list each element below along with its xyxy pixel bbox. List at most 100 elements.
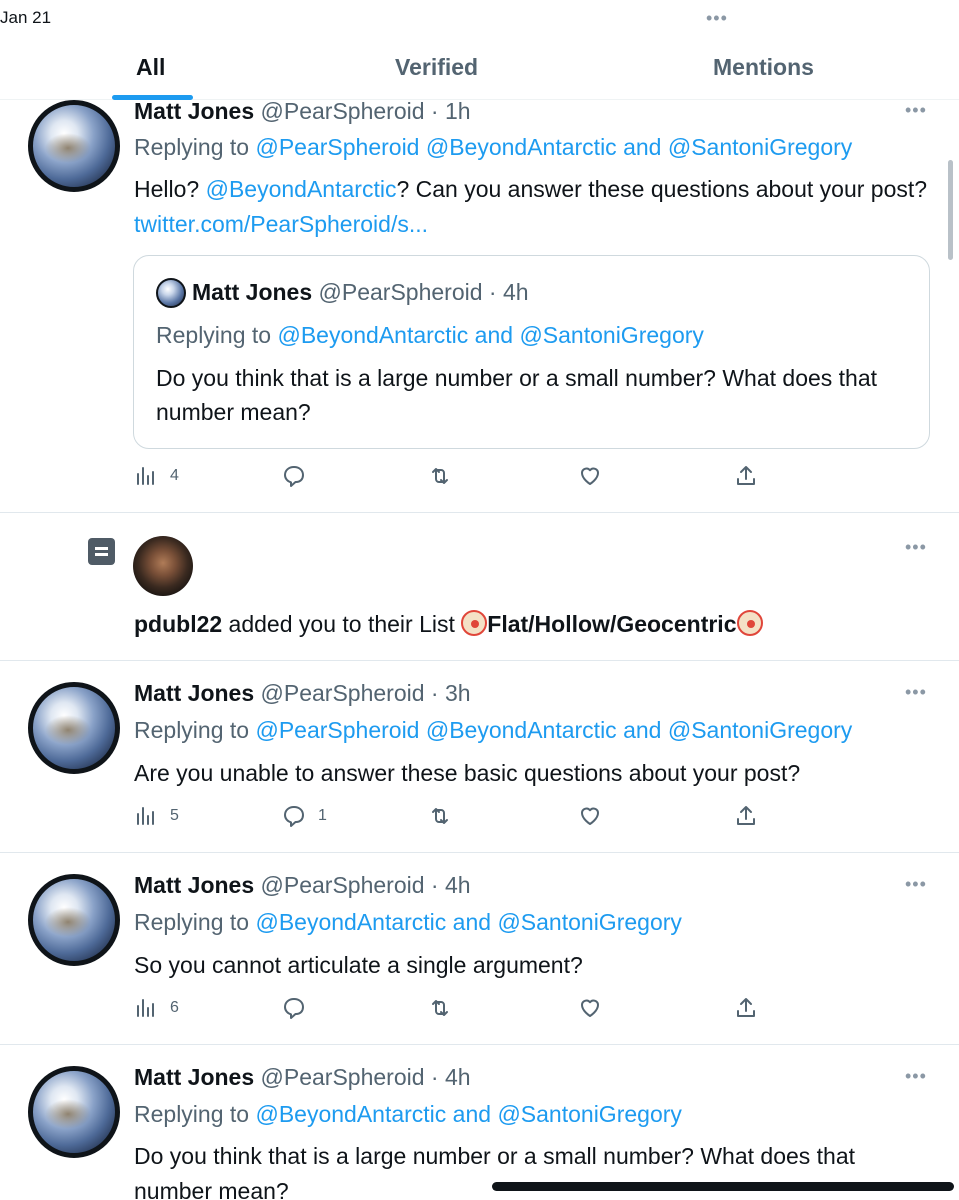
more-options-icon[interactable]: ••• (905, 874, 927, 895)
author-name[interactable]: Matt Jones (134, 1064, 254, 1090)
notification-tweet[interactable]: ••• Matt Jones @PearSpheroid · 4h Replyi… (0, 853, 959, 1045)
share-button[interactable] (734, 804, 758, 828)
reply-button[interactable] (282, 996, 318, 1020)
retweet-icon (432, 808, 448, 824)
quote-time: · 4h (488, 279, 529, 305)
author-name[interactable]: Matt Jones (134, 872, 254, 898)
avatar[interactable] (28, 874, 120, 966)
reply-button[interactable]: 1 (282, 804, 327, 828)
replying-to-users[interactable]: @PearSpheroid @BeyondAntarctic and @Sant… (255, 717, 852, 743)
tweet-header: Matt Jones @PearSpheroid · 4h (134, 872, 471, 899)
notification-tweet[interactable]: ••• Matt Jones @PearSpheroid · 3h Replyi… (0, 661, 959, 853)
author-handle[interactable]: @PearSpheroid (261, 1064, 425, 1090)
author-handle[interactable]: @PearSpheroid (261, 98, 425, 124)
views-count: 5 (170, 807, 179, 824)
avatar[interactable] (28, 100, 120, 192)
like-button[interactable] (578, 804, 602, 828)
retweet-icon (432, 1000, 448, 1016)
quote-replying-to-users: @BeyondAntarctic and @SantoniGregory (277, 322, 704, 348)
reply-icon (284, 806, 304, 827)
author-handle[interactable]: @PearSpheroid (261, 872, 425, 898)
views-icon (137, 807, 154, 825)
retweet-button[interactable] (428, 804, 452, 828)
tweet-time: · 1h (430, 98, 471, 124)
replying-prefix: Replying to (134, 909, 250, 935)
tweet-text: Are you unable to answer these basic que… (134, 760, 801, 786)
quote-replying-to: Replying to @BeyondAntarctic and @Santon… (156, 322, 704, 349)
tweet-header: Matt Jones @PearSpheroid · 3h (134, 680, 471, 707)
more-options-icon[interactable]: ••• (905, 100, 927, 121)
tab-all[interactable]: All (136, 54, 165, 81)
tweet-actions: 5 1 (0, 804, 959, 834)
retweet-button[interactable] (428, 464, 452, 488)
retweet-button[interactable] (428, 996, 452, 1020)
avatar[interactable] (28, 1066, 120, 1158)
more-options-icon[interactable]: ••• (905, 537, 927, 558)
share-icon (737, 806, 755, 825)
author-handle[interactable]: @PearSpheroid (261, 680, 425, 706)
list-icon (88, 538, 115, 565)
reply-button[interactable] (282, 464, 318, 488)
author-name[interactable]: Matt Jones (134, 98, 254, 124)
avatar[interactable] (28, 682, 120, 774)
more-options-icon[interactable]: ••• (905, 1066, 927, 1087)
views-button[interactable]: 6 (134, 996, 179, 1020)
notification-tweet[interactable]: ••• Matt Jones @PearSpheroid · 1h Replyi… (0, 98, 959, 513)
like-button[interactable] (578, 996, 602, 1020)
tweet-text: So you cannot articulate a single argume… (134, 952, 583, 978)
tweet-actions: 4 (0, 464, 959, 494)
tweet-header: Matt Jones @PearSpheroid · 1h (134, 98, 471, 125)
heart-icon (581, 807, 599, 825)
tweet-text: Hello? @BeyondAntarctic? Can you answer … (134, 172, 934, 242)
retweet-icon (432, 468, 448, 484)
list-owner-name[interactable]: pdubl22 (134, 611, 222, 637)
reply-icon (284, 998, 304, 1019)
share-icon (737, 998, 755, 1017)
list-add-text: pdubl22 added you to their List Flat/Hol… (134, 610, 763, 638)
clown-emoji-icon (736, 610, 763, 636)
views-icon (137, 999, 154, 1017)
quote-avatar (156, 278, 186, 308)
replying-to: Replying to @PearSpheroid @BeyondAntarct… (134, 134, 852, 161)
replying-prefix: Replying to (134, 717, 250, 743)
tweet-time: · 4h (430, 1064, 471, 1090)
quote-header: Matt Jones @PearSpheroid · 4h (192, 279, 529, 306)
tab-verified[interactable]: Verified (395, 54, 478, 81)
status-date: Jan 21 (0, 8, 52, 27)
notification-tweet[interactable]: ••• Matt Jones @PearSpheroid · 4h Replyi… (0, 1045, 959, 1200)
quote-author-handle: @PearSpheroid (318, 279, 483, 305)
tweet-text-start: Hello? (134, 176, 206, 202)
tweet-time: · 3h (430, 680, 471, 706)
scrollbar[interactable] (948, 160, 953, 260)
views-button[interactable]: 5 (134, 804, 179, 828)
author-name[interactable]: Matt Jones (134, 680, 254, 706)
quote-author-name: Matt Jones (192, 279, 313, 305)
notification-tabs: All Verified Mentions (0, 40, 959, 100)
quote-replying-prefix: Replying to (156, 322, 272, 348)
list-add-message: added you to their List (222, 611, 462, 637)
replying-to-users[interactable]: @BeyondAntarctic and @SantoniGregory (255, 909, 681, 935)
home-indicator[interactable] (492, 1182, 954, 1191)
heart-icon (581, 999, 599, 1017)
list-name[interactable]: Flat/Hollow/Geocentric (487, 611, 736, 637)
multitask-dots[interactable]: ••• (706, 8, 728, 29)
quoted-tweet[interactable]: Matt Jones @PearSpheroid · 4h Replying t… (133, 255, 930, 449)
like-button[interactable] (578, 464, 602, 488)
tweet-actions: 6 (0, 996, 959, 1026)
share-button[interactable] (734, 464, 758, 488)
reply-count: 1 (318, 807, 327, 824)
views-button[interactable]: 4 (134, 464, 179, 488)
tab-mentions[interactable]: Mentions (713, 54, 814, 81)
share-button[interactable] (734, 996, 758, 1020)
views-count: 6 (170, 999, 179, 1016)
tweet-url-link[interactable]: twitter.com/PearSpheroid/s... (134, 211, 428, 237)
mention-link[interactable]: @BeyondAntarctic (206, 176, 397, 202)
more-options-icon[interactable]: ••• (905, 682, 927, 703)
avatar[interactable] (133, 536, 193, 596)
views-count: 4 (170, 467, 179, 484)
replying-to-users[interactable]: @PearSpheroid @BeyondAntarctic and @Sant… (255, 134, 852, 160)
replying-prefix: Replying to (134, 1101, 250, 1127)
notification-list-add[interactable]: ••• pdubl22 added you to their List Flat… (0, 513, 959, 661)
replying-to-users[interactable]: @BeyondAntarctic and @SantoniGregory (255, 1101, 681, 1127)
replying-to: Replying to @PearSpheroid @BeyondAntarct… (134, 717, 852, 744)
